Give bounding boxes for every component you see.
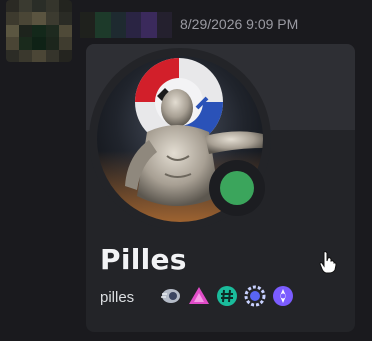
pink-triangle-icon[interactable] [188,285,210,307]
online-status-icon [220,171,254,205]
hashtag-badge-icon[interactable] [216,285,238,307]
profile-username[interactable]: pilles [100,289,134,306]
profile-badges [160,285,294,307]
chat-screen: 8/29/2026 9:09 PM Pilles pilles [0,0,372,341]
profile-display-name: Pilles [100,243,187,276]
message-author-avatar[interactable] [6,0,72,62]
hand-cursor-icon [318,250,338,274]
message-timestamp: 8/29/2026 9:09 PM [180,16,299,32]
laurel-badge-icon[interactable] [244,285,266,307]
quest-badge-icon[interactable] [272,285,294,307]
message-author-name-redacted[interactable] [80,12,172,38]
nitro-orb-icon[interactable] [160,285,182,307]
